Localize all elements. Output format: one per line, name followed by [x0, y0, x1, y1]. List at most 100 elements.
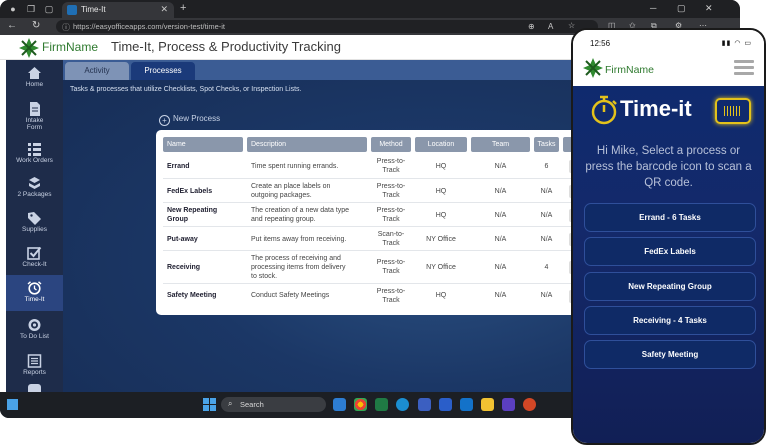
tab-activity[interactable]: Activity	[65, 62, 129, 80]
address-bar[interactable]: ⓘ https://easyofficeapps.com/version-tes…	[56, 20, 598, 33]
powerpoint-icon[interactable]	[523, 398, 536, 411]
column-header-team[interactable]: Team	[471, 137, 530, 152]
browser-tab-title: Time-It	[81, 5, 106, 14]
window-close-icon[interactable]: ✕	[705, 3, 713, 14]
row-location: NY Office	[426, 236, 456, 243]
process-button-safety-meeting[interactable]: Safety Meeting	[584, 340, 756, 369]
signal-wifi-battery-icon: ▮▮ ◠ ▭	[721, 40, 752, 47]
table-row[interactable]: New Repeating Group The creation of a ne…	[163, 203, 576, 227]
process-button-receiving[interactable]: Receiving - 4 Tasks	[584, 306, 756, 335]
boxes-icon	[29, 177, 40, 189]
hamburger-menu-icon[interactable]	[734, 60, 754, 76]
outlook-icon[interactable]	[333, 398, 346, 411]
phone-app-header: FirmName	[573, 52, 764, 86]
word-icon[interactable]	[439, 398, 452, 411]
site-info-icon[interactable]: ⓘ	[62, 22, 70, 33]
barcode-scan-button[interactable]	[715, 98, 751, 124]
document-icon	[30, 102, 40, 116]
mail-icon[interactable]	[460, 398, 473, 411]
workspaces-icon[interactable]: ❐	[26, 4, 36, 14]
back-icon[interactable]: ←	[7, 20, 17, 31]
sidebar-item-label: Reports	[23, 369, 46, 376]
reload-icon[interactable]: ↻	[32, 20, 40, 31]
more-nav-icon[interactable]	[28, 384, 41, 392]
sidebar-item-reports[interactable]: Reports	[6, 348, 63, 384]
process-table: Name Description Method Location Team Ta…	[156, 130, 576, 315]
tab-processes[interactable]: Processes	[131, 62, 195, 80]
firm-logo-text[interactable]: FirmName	[42, 40, 98, 54]
chrome-icon[interactable]	[354, 398, 367, 411]
tab-actions-icon[interactable]: ▢	[44, 4, 54, 14]
column-header-method[interactable]: Method	[371, 137, 411, 152]
sidebar-item-work-orders[interactable]: Work Orders	[6, 136, 63, 172]
home-icon	[28, 67, 41, 79]
row-name: Put-away	[167, 236, 198, 243]
row-method: Scan-to- Track	[377, 231, 405, 247]
minimize-icon[interactable]: ─	[650, 3, 656, 13]
row-location: HQ	[435, 212, 447, 219]
row-description: Time spent running errands.	[251, 163, 339, 170]
row-tasks: N/A	[540, 236, 553, 243]
favorite-star-icon[interactable]: ☆	[568, 21, 575, 30]
maximize-icon[interactable]: ▢	[677, 3, 686, 14]
sidebar-item-check-it[interactable]: Check-It	[6, 240, 63, 276]
table-row[interactable]: Safety Meeting Conduct Safety Meetings P…	[163, 284, 576, 309]
row-description: Conduct Safety Meetings	[251, 292, 330, 299]
stopwatch-icon	[591, 95, 617, 125]
sidebar-item-time-it[interactable]: Time-It	[6, 275, 63, 311]
table-row[interactable]: Put-away Put items away from receiving. …	[163, 227, 576, 251]
process-button-errand[interactable]: Errand - 6 Tasks	[584, 203, 756, 232]
taskbar-search-label: Search	[240, 400, 264, 409]
row-team: N/A	[494, 292, 507, 299]
sidebar-item-label: Intake Form	[25, 117, 44, 131]
sidebar-item-intake-form[interactable]: Intake Form	[6, 96, 63, 132]
sidebar-item-to-do-list[interactable]: To Do List	[6, 312, 63, 348]
browser-tab[interactable]: Time-It ✕	[62, 2, 174, 18]
close-tab-icon[interactable]: ✕	[160, 4, 168, 15]
sidebar-item-label: 2 Packages	[17, 191, 52, 198]
list-icon	[28, 143, 41, 156]
row-tasks: 6	[544, 163, 549, 170]
teams-icon[interactable]	[418, 398, 431, 411]
barcode-icon	[724, 106, 742, 116]
excel-icon[interactable]	[375, 398, 388, 411]
sidebar-item-home[interactable]: Home	[6, 60, 63, 96]
read-aloud-icon[interactable]: A	[548, 22, 553, 31]
zoom-icon[interactable]: ⊕	[528, 22, 535, 31]
row-team: N/A	[494, 236, 507, 243]
row-description: The creation of a new data type and repe…	[251, 207, 350, 223]
column-header-location[interactable]: Location	[415, 137, 467, 152]
row-location: NY Office	[426, 264, 456, 271]
row-team: N/A	[494, 212, 507, 219]
browser-tabstrip: ● ❐ ▢ Time-It ✕ + ─ ▢ ✕	[0, 0, 740, 18]
table-row[interactable]: Receiving The process of receiving and p…	[163, 251, 576, 284]
table-row[interactable]: Errand Time spent running errands. Press…	[163, 154, 576, 179]
column-header-description[interactable]: Description	[247, 137, 367, 152]
process-button-fedex-labels[interactable]: FedEx Labels	[584, 237, 756, 266]
row-team: N/A	[494, 264, 507, 271]
taskbar-search[interactable]: ⌕ Search	[221, 397, 326, 412]
process-button-new-repeating-group[interactable]: New Repeating Group	[584, 272, 756, 301]
sidebar-item-packages[interactable]: 2 Packages	[6, 170, 63, 206]
table-row[interactable]: FedEx Labels Create an place labels on o…	[163, 179, 576, 203]
new-process-button[interactable]: + New Process	[159, 114, 220, 126]
file-explorer-icon[interactable]	[481, 398, 494, 411]
sidebar-item-supplies[interactable]: Supplies	[6, 205, 63, 241]
checkbox-icon	[27, 246, 42, 260]
widgets-icon[interactable]	[7, 399, 18, 410]
onenote-icon[interactable]	[502, 398, 515, 411]
row-location: HQ	[435, 163, 447, 170]
column-header-name[interactable]: Name	[163, 137, 243, 152]
start-windows-icon[interactable]	[203, 398, 216, 411]
row-name: New Repeating Group	[167, 207, 218, 223]
phone-body: Time-it Hi Mike, Select a process or pre…	[573, 86, 764, 443]
firm-logo-text[interactable]: FirmName	[605, 64, 654, 76]
firm-logo-icon	[19, 38, 39, 58]
column-header-tasks[interactable]: Tasks	[534, 137, 559, 152]
row-location: HQ	[435, 188, 447, 195]
firm-logo-icon	[583, 58, 603, 78]
edge-icon[interactable]	[396, 398, 409, 411]
row-method: Press-to- Track	[376, 207, 406, 223]
profile-icon[interactable]: ●	[8, 4, 18, 14]
new-tab-icon[interactable]: +	[180, 2, 186, 14]
